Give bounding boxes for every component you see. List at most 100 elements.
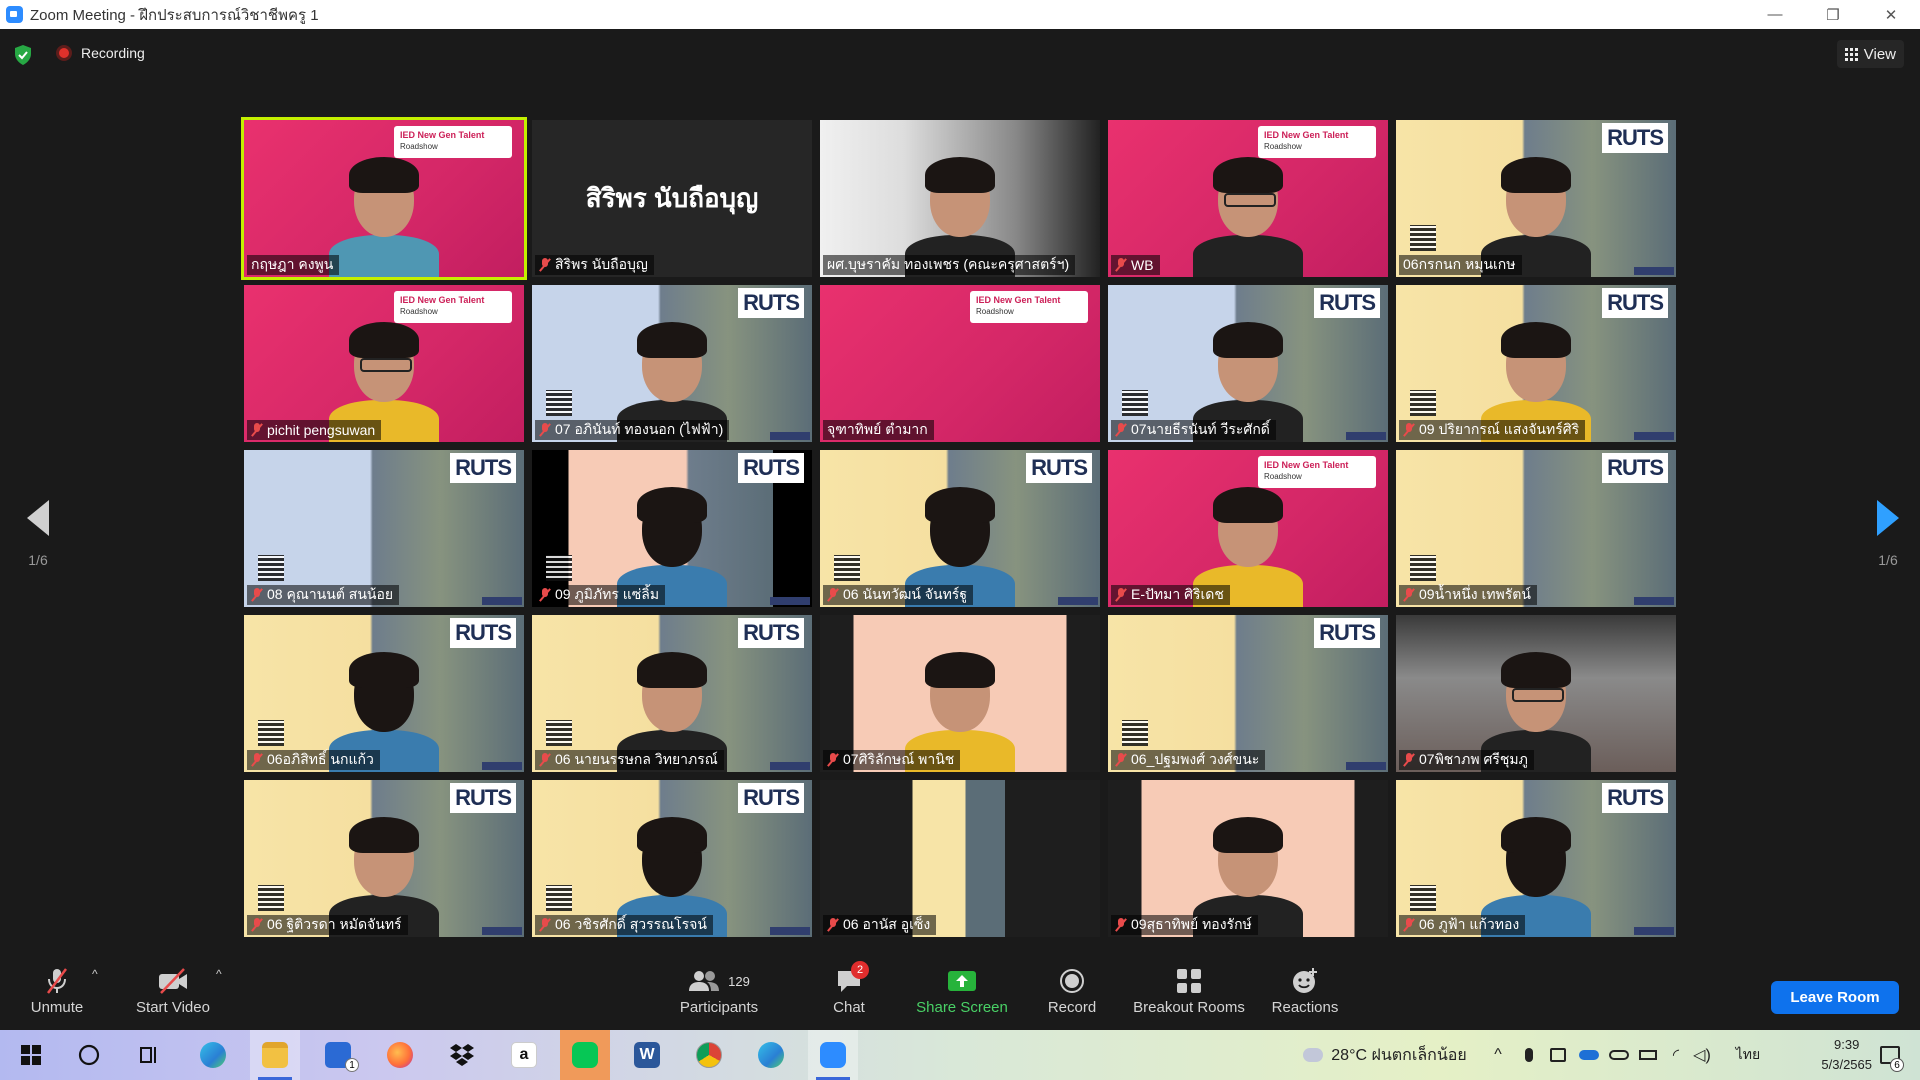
participant-name: 06 วชิรศักดิ์ สุวรรณโรจน์ [555,916,707,932]
audio-options-caret-icon[interactable]: ^ [92,967,98,981]
participant-name-label: WB [1111,255,1160,275]
participant-name-label: 09 ภูมิภัทร แซ่ลิ้ม [535,585,666,605]
recording-indicator[interactable]: Recording [56,45,145,61]
participant-video-tile[interactable]: RUTS 06_ปฐมพงศ์ วงศ์ขนะ [1108,615,1388,772]
participant-name-label: 06อภิสิทธิ์ นกแก้ว [247,750,380,770]
participant-video-tile[interactable]: RUTS 07 อภินันท์ ทองนอก (ไฟฟ้า) [532,285,812,442]
tray-battery[interactable] [1636,1030,1660,1080]
participant-video-tile[interactable]: RUTS 06กรกนก หมุนเกษ [1396,120,1676,277]
view-button[interactable]: View [1836,40,1904,68]
participant-video-tile[interactable]: 06 อานัส อูเซ็ง [820,780,1100,937]
mic-muted-icon [1403,588,1415,602]
notifications-button[interactable]: 6 [1870,1030,1910,1080]
taskbar-word[interactable]: W [622,1030,672,1080]
participant-video-tile[interactable]: IED New Gen Talent Roadshow E-ปัทมา ศิริเด… [1108,450,1388,607]
participant-video-tile[interactable]: RUTS 07นายธีรนันท์ วีระศักดิ์ [1108,285,1388,442]
search-button[interactable] [64,1030,114,1080]
tray-microphone[interactable] [1518,1030,1540,1080]
participant-video-tile[interactable]: 07พิชาภพ ศรีชุมภู [1396,615,1676,772]
banner-line-2: Roadshow [400,307,438,316]
participant-video-tile[interactable]: RUTS 06 ภูฟ้า แก้วทอง [1396,780,1676,937]
participant-name-label: 08 คุณานนต์ สนน้อย [247,585,400,605]
participant-video-tile[interactable]: RUTS 09 ภูมิภัทร แซ่ลิ้ม [532,450,812,607]
breakout-rooms-label: Breakout Rooms [1133,999,1245,1016]
smart-strip [482,927,522,935]
chat-button[interactable]: 2 Chat [823,961,875,1016]
tray-wifi[interactable]: ◜ [1664,1030,1688,1080]
participant-video-tile[interactable]: 09สุธาทิพย์ ทองรักษ์ [1108,780,1388,937]
participant-name: 06_ปฐมพงศ์ วงศ์ขนะ [1131,751,1260,767]
participant-name-label: 06 ภูฟ้า แก้วทอง [1399,915,1526,935]
taskbar-firefox[interactable] [375,1030,425,1080]
taskbar-zoom[interactable] [808,1030,858,1080]
taskbar-mail[interactable]: 1 [313,1030,363,1080]
record-button[interactable]: Record [1046,967,1098,1016]
participant-video-tile[interactable]: RUTS 06 ฐิติวรดา หมัดจันทร์ [244,780,524,937]
tray-onedrive-blue[interactable] [1576,1030,1602,1080]
weather-widget[interactable]: 28°C ฝนตกเล็กน้อย [1294,1030,1476,1080]
participant-video-tile[interactable]: RUTS 08 คุณานนต์ สนน้อย [244,450,524,607]
taskbar-edge-2[interactable] [746,1030,796,1080]
participants-button[interactable]: 129 Participants [675,967,763,1016]
participant-name: WB [1131,257,1154,273]
taskbar-clock[interactable]: 9:39 5/3/2565 [1821,1035,1872,1075]
participant-name: 07ศิริลักษณ์ พานิช [843,751,955,767]
participant-video-tile[interactable]: IED New Gen Talent Roadshow กฤษฎา คงพูน [241,117,527,280]
smart-strip [482,597,522,605]
qr-code-icon [1410,885,1436,911]
participant-name-label: 07นายธีรนันท์ วีระศักดิ์ [1111,420,1276,440]
participant-video-tile[interactable]: IED New Gen Talent Roadshow WB [1108,120,1388,277]
taskbar-chrome[interactable] [684,1030,734,1080]
participant-video-tile[interactable]: RUTS 06 นายนรรษกล วิทยาภรณ์ [532,615,812,772]
participant-video-tile[interactable]: IED New Gen Talent Roadshow pichit pengsuw… [244,285,524,442]
participant-video-tile[interactable]: RUTS 06อภิสิทธิ์ นกแก้ว [244,615,524,772]
reactions-button[interactable]: Reactions [1266,967,1344,1016]
participant-video-tile[interactable]: RUTS 06 วชิรศักดิ์ สุวรรณโรจน์ [532,780,812,937]
arrow-right-icon [1877,500,1899,536]
qr-code-icon [1410,390,1436,416]
restore-button[interactable]: ❐ [1804,0,1862,29]
smart-strip [1058,597,1098,605]
tray-device[interactable] [1546,1030,1570,1080]
event-banner: IED New Gen Talent Roadshow [1258,126,1376,158]
next-page-button[interactable]: 1/6 [1868,500,1908,568]
participant-video-tile[interactable]: IED New Gen Talent Roadshow จุฑาทิพย์ ตำมา… [820,285,1100,442]
participant-name: 09 ปริยากรณ์ แสงจันทร์ศิริ [1419,421,1580,437]
start-button[interactable] [6,1030,56,1080]
taskbar-edge[interactable] [188,1030,238,1080]
video-off-icon [159,968,187,994]
breakout-rooms-button[interactable]: Breakout Rooms [1130,967,1248,1016]
share-screen-button[interactable]: Share Screen [912,967,1012,1016]
notification-count: 6 [1890,1058,1904,1072]
participant-video-tile[interactable]: RUTS 06 นันทวัฒน์ จันทร์ฐู [820,450,1100,607]
participant-video-tile[interactable]: 07ศิริลักษณ์ พานิช [820,615,1100,772]
taskbar-dropbox[interactable] [437,1030,487,1080]
show-hidden-icons-button[interactable]: ^ [1486,1030,1510,1080]
tray-onedrive[interactable] [1606,1030,1632,1080]
banner-line-1: IED New Gen Talent [400,295,485,305]
minimize-button[interactable]: — [1746,0,1804,29]
mail-badge: 1 [345,1058,359,1072]
participant-name: 08 คุณานนต์ สนน้อย [267,586,394,602]
participant-video-tile[interactable]: RUTS 09น้ำหนึ่ง เทพรัตน์ [1396,450,1676,607]
task-view-button[interactable] [124,1030,174,1080]
start-video-button[interactable]: Start Video [132,967,214,1016]
previous-page-button[interactable]: 1/6 [18,500,58,568]
participant-video-tile[interactable]: ผศ.บุษราคัม ทองเพชร (คณะครุศาสตร์ฯ) [820,120,1100,277]
unmute-button[interactable]: Unmute [26,967,88,1016]
smart-strip [482,762,522,770]
video-options-caret-icon[interactable]: ^ [216,967,222,981]
participant-video-tile[interactable]: RUTS 09 ปริยากรณ์ แสงจันทร์ศิริ [1396,285,1676,442]
taskbar-amazon[interactable]: a [499,1030,549,1080]
taskbar-file-explorer[interactable] [250,1030,300,1080]
language-indicator[interactable]: ไทย [1728,1030,1768,1080]
mic-muted-icon [1115,588,1127,602]
tray-volume[interactable]: ◁) [1690,1030,1714,1080]
close-button[interactable]: ✕ [1862,0,1920,29]
security-shield-icon[interactable] [14,45,32,65]
taskbar-line[interactable] [560,1030,610,1080]
participant-video-tile[interactable]: สิริพร นับถือบุญ สิริพร นับถือบุญ [532,120,812,277]
participant-name: 06 ภูฟ้า แก้วทอง [1419,916,1520,932]
leave-room-button[interactable]: Leave Room [1771,981,1899,1014]
qr-code-icon [546,720,572,746]
